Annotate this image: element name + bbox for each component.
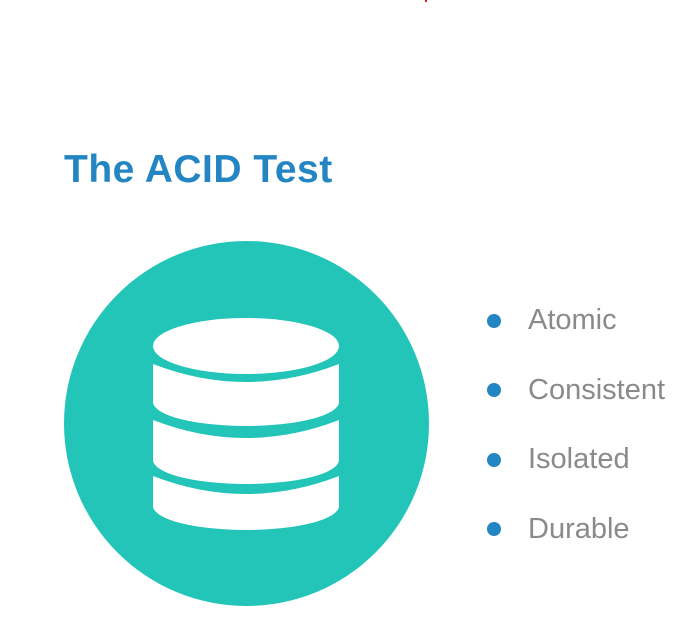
- bullet-icon: [487, 452, 501, 467]
- bullet-label: Isolated: [528, 443, 630, 476]
- bullet-label: Durable: [528, 512, 630, 545]
- database-icon: [153, 318, 339, 530]
- stray-mark: [425, 0, 427, 2]
- bullet-icon: [487, 313, 501, 328]
- acid-properties-list: Atomic Consistent Isolated Durable: [487, 286, 665, 564]
- bullet-label: Consistent: [528, 373, 666, 406]
- slide: The ACID Test Atomic Consistent Isolated: [0, 0, 698, 642]
- bullet-icon: [487, 522, 501, 537]
- bullet-label: Atomic: [528, 304, 617, 337]
- list-item-durable: Durable: [487, 495, 665, 565]
- list-item-atomic: Atomic: [487, 286, 665, 356]
- list-item-consistent: Consistent: [487, 356, 665, 426]
- slide-title: The ACID Test: [64, 148, 333, 191]
- list-item-isolated: Isolated: [487, 425, 665, 495]
- bullet-icon: [487, 383, 501, 398]
